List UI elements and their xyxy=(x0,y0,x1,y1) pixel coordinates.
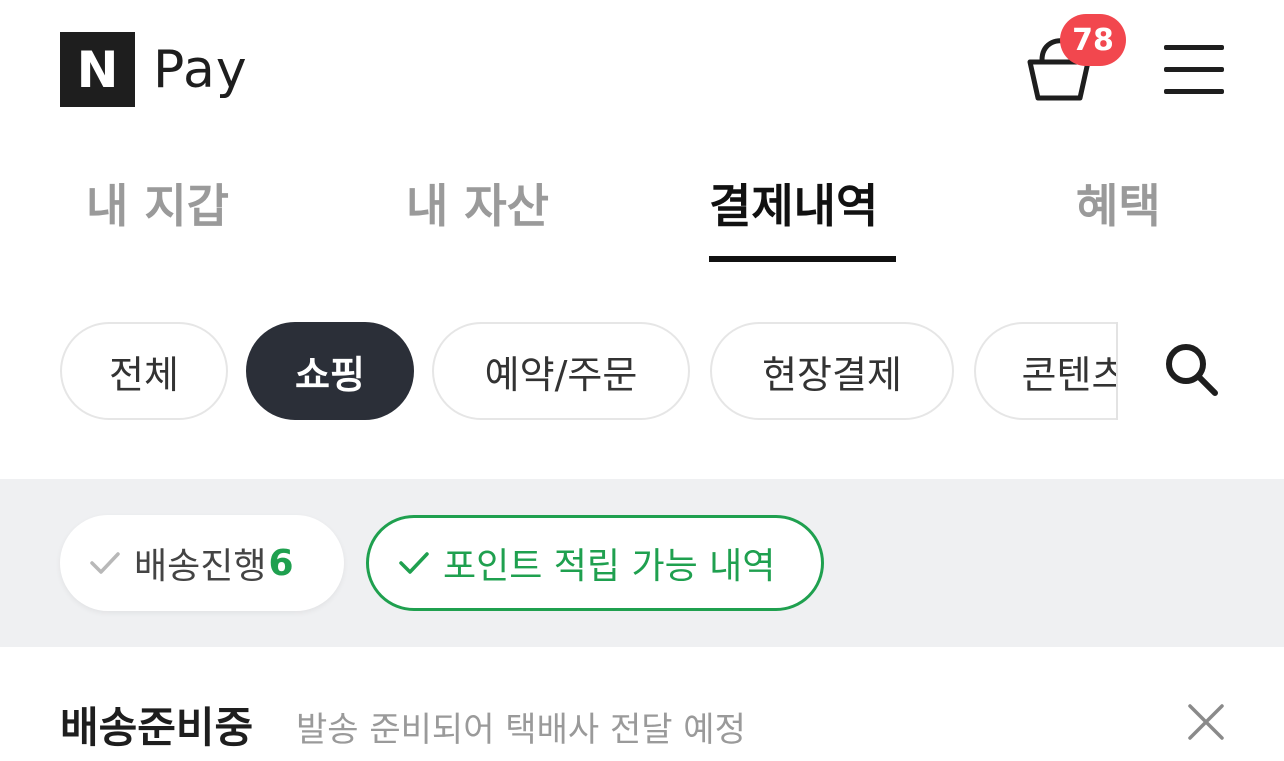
shipping-status-banner: 배송준비중 발송 준비되어 택배사 전달 예정 xyxy=(0,680,1284,761)
logo-mark: N xyxy=(60,32,135,107)
search-button[interactable] xyxy=(1160,338,1224,402)
points-eligible-filter[interactable]: 포인트 적립 가능 내역 xyxy=(366,515,824,611)
cart-count-badge: 78 xyxy=(1060,14,1126,66)
chip-onsite-payment[interactable]: 현장결제 xyxy=(710,322,954,420)
naver-pay-logo[interactable]: N Pay xyxy=(60,32,248,107)
check-icon xyxy=(88,548,122,578)
chip-all[interactable]: 전체 xyxy=(60,322,228,420)
close-button[interactable] xyxy=(1186,702,1226,742)
tab-payment-history[interactable]: 결제내역 xyxy=(709,170,878,236)
tab-my-wallet[interactable]: 내 지갑 xyxy=(86,170,229,236)
active-tab-indicator xyxy=(709,256,896,262)
shipping-in-progress-filter[interactable]: 배송진행 6 xyxy=(60,515,344,611)
chip-divider xyxy=(1116,322,1118,420)
status-description: 발송 준비되어 택배사 전달 예정 xyxy=(296,710,746,750)
logo-text: Pay xyxy=(153,39,248,100)
close-icon xyxy=(1188,704,1224,740)
status-title: 배송준비중 xyxy=(60,703,254,752)
filter-bar: 배송진행 6 포인트 적립 가능 내역 xyxy=(0,479,1284,647)
shipping-filter-label: 배송진행 xyxy=(134,546,267,587)
main-tabs: 내 지갑 내 자산 결제내역 혜택 xyxy=(0,150,1284,270)
points-filter-label: 포인트 적립 가능 내역 xyxy=(443,546,776,587)
check-icon xyxy=(397,548,431,578)
search-icon xyxy=(1166,344,1218,396)
chip-shopping[interactable]: 쇼핑 xyxy=(246,322,414,420)
app-header: N Pay 78 xyxy=(0,0,1284,140)
hamburger-menu-icon[interactable] xyxy=(1164,45,1224,95)
chip-reservation-order[interactable]: 예약/주문 xyxy=(432,322,690,420)
category-chips: 전체 쇼핑 예약/주문 현장결제 콘텐츠 xyxy=(0,318,1284,424)
tab-my-assets[interactable]: 내 자산 xyxy=(406,170,549,236)
chip-content[interactable]: 콘텐츠 xyxy=(974,322,1118,420)
shipping-filter-count: 6 xyxy=(268,542,294,584)
tab-benefits[interactable]: 혜택 xyxy=(1076,170,1161,236)
category-chip-scroller[interactable]: 전체 쇼핑 예약/주문 현장결제 콘텐츠 xyxy=(0,318,1118,424)
